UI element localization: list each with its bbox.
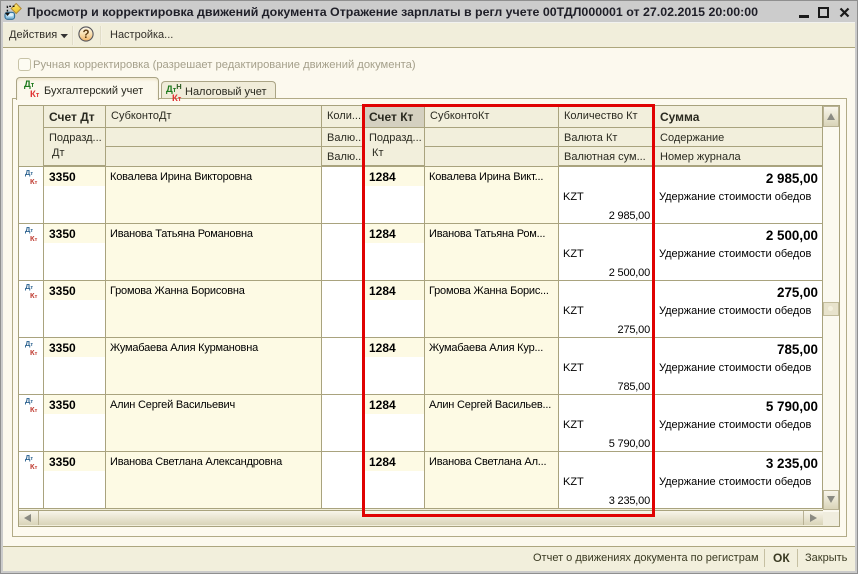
svg-text:?: ? (82, 29, 89, 41)
